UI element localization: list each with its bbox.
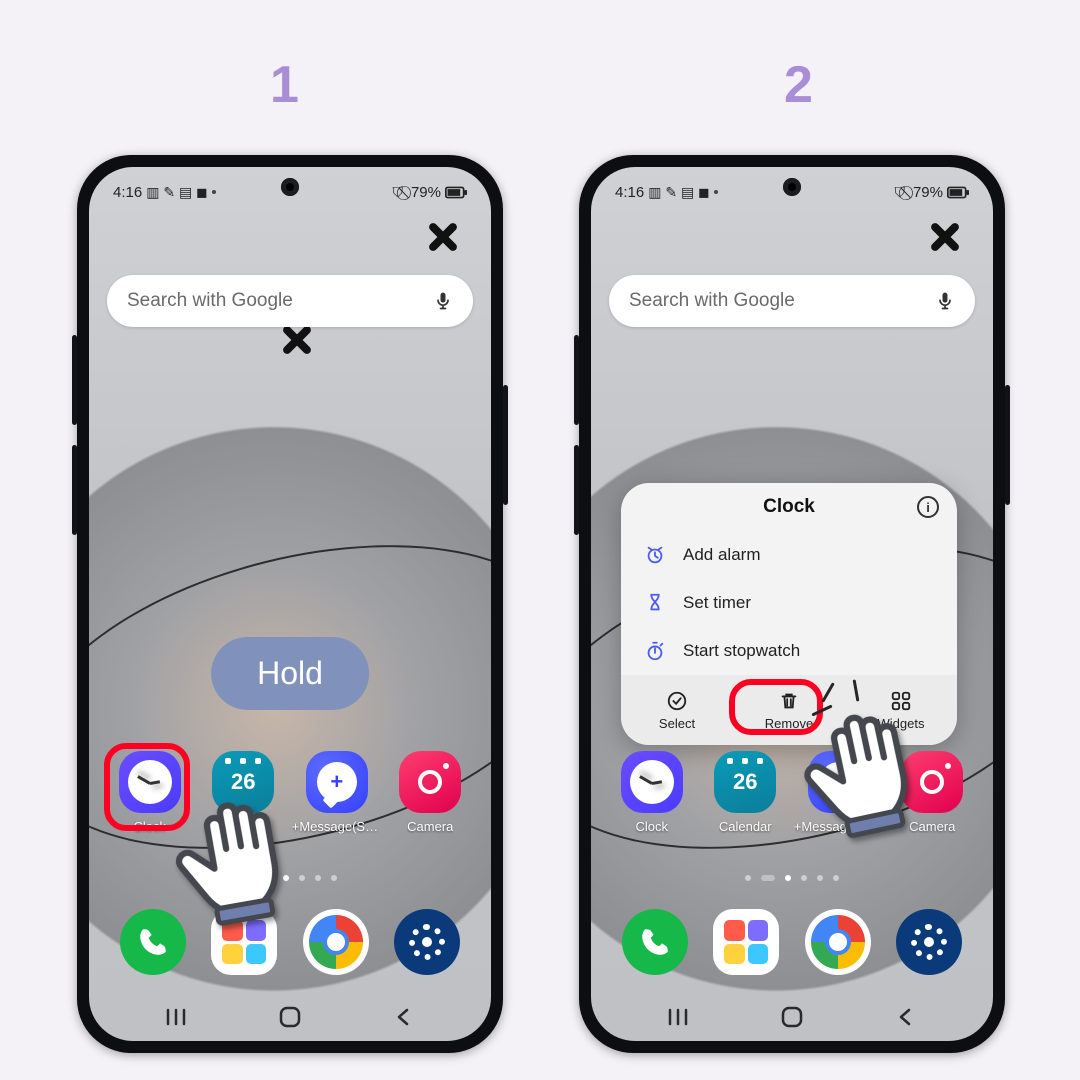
status-wifi-icon: ⛉ — [894, 184, 905, 201]
app-camera[interactable]: Camera — [388, 751, 472, 834]
popup-item-label: Add alarm — [683, 545, 760, 565]
app-label: Clock — [635, 819, 668, 834]
sparkle-icon — [279, 322, 315, 358]
hold-instruction-pill: Hold — [211, 637, 369, 710]
status-notif-icons: ▥ ✎ ▤ ◼ — [146, 184, 207, 201]
nav-back[interactable] — [889, 1007, 923, 1027]
dock-app-drawer[interactable] — [713, 909, 779, 975]
popup-item-label: Start stopwatch — [683, 641, 800, 661]
status-notif-icons: ▥ ✎ ▤ ◼ — [648, 184, 709, 201]
battery-icon — [445, 186, 467, 199]
search-placeholder: Search with Google — [629, 290, 935, 312]
home-screen[interactable]: 4:16 ▥ ✎ ▤ ◼ ⛉ ⃠ 79% Search with Google … — [591, 167, 993, 1041]
nav-recents[interactable] — [159, 1007, 193, 1027]
page-indicator[interactable] — [591, 875, 993, 881]
popup-item-label: Set timer — [683, 593, 751, 613]
status-time: 4:16 — [615, 184, 644, 201]
popup-item-start-stopwatch[interactable]: Start stopwatch — [621, 627, 957, 675]
app-label: Camera — [407, 819, 453, 834]
status-battery: 79% — [411, 184, 441, 201]
popup-item-add-alarm[interactable]: Add alarm — [621, 531, 957, 579]
popup-item-set-timer[interactable]: Set timer — [621, 579, 957, 627]
nav-recents[interactable] — [661, 1007, 695, 1027]
gear-icon — [409, 924, 445, 960]
status-battery: 79% — [913, 184, 943, 201]
app-clock[interactable]: Clock — [610, 751, 694, 834]
status-bar: 4:16 ▥ ✎ ▤ ◼ ⛉ ⃠ 79% — [591, 177, 993, 207]
dock-chrome[interactable] — [805, 909, 871, 975]
dock — [591, 909, 993, 975]
footer-select[interactable]: Select — [621, 675, 733, 745]
status-time: 4:16 — [113, 184, 142, 201]
timer-icon — [643, 591, 667, 615]
footer-label: Select — [659, 716, 695, 731]
nav-back[interactable] — [387, 1007, 421, 1027]
step-number-1: 1 — [270, 55, 299, 115]
phone-step-2: 4:16 ▥ ✎ ▤ ◼ ⛉ ⃠ 79% Search with Google … — [579, 155, 1005, 1053]
dock-settings[interactable] — [394, 909, 460, 975]
google-search-bar[interactable]: Search with Google — [107, 275, 473, 327]
phone-step-1: 4:16 ▥ ✎ ▤ ◼ ⛉ ⃠ 79% Search with Google … — [77, 155, 503, 1053]
app-messages[interactable]: + +Message(SM… — [295, 751, 379, 834]
app-calendar[interactable]: 26 Calendar — [703, 751, 787, 834]
home-screen[interactable]: 4:16 ▥ ✎ ▤ ◼ ⛉ ⃠ 79% Search with Google … — [89, 167, 491, 1041]
nav-home[interactable] — [775, 1007, 809, 1027]
navigation-bar — [591, 993, 993, 1041]
google-search-bar[interactable]: Search with Google — [609, 275, 975, 327]
gear-icon — [911, 924, 947, 960]
mic-icon[interactable] — [935, 291, 955, 311]
hand-cursor-icon — [773, 673, 951, 851]
dock-settings[interactable] — [896, 909, 962, 975]
search-placeholder: Search with Google — [127, 290, 433, 312]
popup-title: Clock — [763, 496, 815, 518]
sparkle-icon — [927, 219, 963, 255]
stopwatch-icon — [643, 639, 667, 663]
dock — [89, 909, 491, 975]
dock-phone[interactable] — [622, 909, 688, 975]
status-wifi-icon: ⛉ — [392, 184, 403, 201]
select-icon — [666, 690, 688, 712]
dock-chrome[interactable] — [303, 909, 369, 975]
info-icon[interactable]: i — [917, 496, 939, 518]
step-number-2: 2 — [784, 55, 813, 115]
mic-icon[interactable] — [433, 291, 453, 311]
status-bar: 4:16 ▥ ✎ ▤ ◼ ⛉ ⃠ 79% — [89, 177, 491, 207]
popup-title-row: Clock i — [621, 483, 957, 531]
hand-cursor-icon — [147, 763, 321, 937]
nav-home[interactable] — [273, 1007, 307, 1027]
sparkle-icon — [425, 219, 461, 255]
app-label: Calendar — [719, 819, 772, 834]
navigation-bar — [89, 993, 491, 1041]
battery-icon — [947, 186, 969, 199]
alarm-icon — [643, 543, 667, 567]
